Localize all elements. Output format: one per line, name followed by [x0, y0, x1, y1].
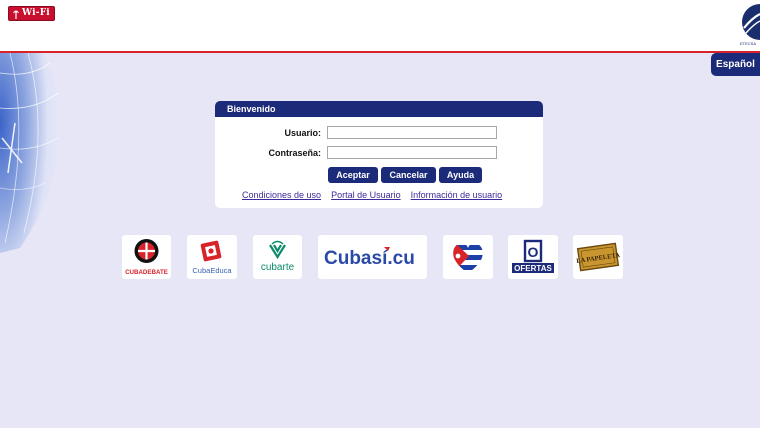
- cubadebate-text: CUBADEBATE: [125, 269, 168, 276]
- cuban-flag-logo[interactable]: [443, 235, 493, 279]
- link-row: Condiciones de uso Portal de Usuario Inf…: [242, 190, 502, 200]
- language-button[interactable]: Español: [711, 53, 760, 76]
- globe-decoration-icon: [0, 53, 61, 253]
- cubarte-icon: cubarte: [261, 240, 295, 273]
- password-label: Contraseña:: [268, 148, 321, 158]
- top-header: Wi-Fi ETECSA: [0, 0, 760, 53]
- cubaeduca-icon: CubaEduca: [192, 240, 232, 275]
- cubasi-logo[interactable]: Cubasí.cu: [318, 235, 427, 279]
- etecsa-caption: ETECSA: [740, 41, 757, 46]
- cubarte-text: cubarte: [261, 262, 295, 273]
- user-info-link[interactable]: Información de usuario: [411, 190, 503, 200]
- wifi-logo-text: Wi-Fi: [22, 8, 50, 18]
- etecsa-logo: [742, 4, 760, 40]
- username-row: Usuario:: [215, 126, 543, 140]
- cubadebate-logo[interactable]: CUBADEBATE: [122, 235, 171, 279]
- button-row: Aceptar Cancelar Ayuda: [328, 167, 482, 183]
- ofertas-icon: O OFERTAS: [512, 239, 554, 273]
- panel-title: Bienvenido: [215, 101, 543, 117]
- cubaeduca-text: CubaEduca: [192, 266, 232, 275]
- cubaeduca-logo[interactable]: CubaEduca: [187, 235, 237, 279]
- ofertas-letter: O: [528, 244, 539, 260]
- antenna-icon: [13, 10, 19, 19]
- cancel-button[interactable]: Cancelar: [381, 167, 436, 183]
- help-button[interactable]: Ayuda: [439, 167, 482, 183]
- login-panel: Bienvenido Usuario: Contraseña: Aceptar …: [215, 101, 543, 208]
- password-row: Contraseña:: [215, 146, 543, 160]
- partner-logos: CUBADEBATE CubaEduca cubarte Cubasí.cu O…: [0, 235, 760, 280]
- cubarte-logo[interactable]: cubarte: [253, 235, 302, 279]
- wifi-logo: Wi-Fi: [8, 6, 55, 21]
- cubasi-text: Cubasí.cu: [324, 248, 415, 269]
- username-label: Usuario:: [284, 128, 321, 138]
- username-input[interactable]: [327, 126, 497, 139]
- cubadebate-icon: CUBADEBATE: [125, 239, 168, 276]
- terms-link[interactable]: Condiciones de uso: [242, 190, 321, 200]
- papeleta-icon: LA PAPELETA: [576, 242, 621, 272]
- la-papeleta-logo[interactable]: LA PAPELETA: [573, 235, 623, 279]
- ofertas-text: OFERTAS: [514, 264, 552, 273]
- cubasi-icon: Cubasí.cu: [324, 247, 415, 269]
- flag-heart-icon: [453, 242, 483, 273]
- accept-button[interactable]: Aceptar: [328, 167, 378, 183]
- user-portal-link[interactable]: Portal de Usuario: [331, 190, 401, 200]
- ofertas-logo[interactable]: O OFERTAS: [508, 235, 558, 279]
- password-input[interactable]: [327, 146, 497, 159]
